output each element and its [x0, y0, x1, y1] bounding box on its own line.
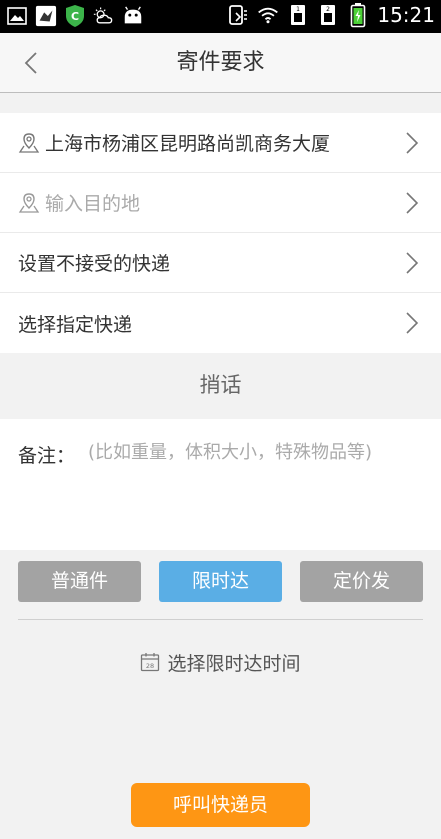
battery-icon — [347, 3, 369, 28]
gallery-icon — [6, 4, 28, 28]
location-pin-icon — [18, 131, 40, 155]
chevron-left-icon — [24, 52, 37, 74]
signal-icon — [227, 3, 249, 27]
wifi-icon — [257, 3, 279, 27]
chevron-right-icon — [406, 312, 419, 334]
svg-text:28: 28 — [146, 662, 154, 670]
sim2-icon: 2 — [317, 3, 339, 27]
excluded-couriers-label: 设置不接受的快递 — [18, 253, 171, 275]
bird-app-icon — [35, 4, 57, 28]
timed-delivery-label: 选择限时达时间 — [167, 652, 301, 675]
chevron-right-icon — [406, 252, 419, 274]
call-courier-button[interactable]: 呼叫快递员 — [131, 783, 310, 827]
location-pin-icon — [18, 191, 40, 215]
svg-text:1: 1 — [296, 6, 300, 13]
tab-timed[interactable]: 限时达 — [159, 561, 282, 602]
destination-row[interactable]: 输入目的地 — [0, 173, 441, 233]
back-button[interactable] — [14, 45, 48, 81]
excluded-couriers-row[interactable]: 设置不接受的快递 — [0, 233, 441, 293]
specified-courier-label: 选择指定快递 — [18, 313, 133, 336]
chevron-right-icon — [406, 192, 419, 214]
tab-standard[interactable]: 普通件 — [18, 561, 141, 602]
tab-fixed-price[interactable]: 定价发 — [300, 561, 423, 602]
origin-address-row[interactable]: 上海市杨浦区昆明路尚凯商务大厦 — [0, 113, 441, 173]
chevron-right-icon — [406, 132, 419, 154]
note-input[interactable] — [88, 437, 428, 467]
status-clock: 15:21 — [377, 3, 435, 27]
sim1-icon: 1 — [287, 3, 309, 27]
page-title: 寄件要求 — [176, 50, 265, 75]
message-section-label: 捎话 — [199, 373, 242, 397]
android-icon — [122, 4, 144, 28]
weather-icon — [93, 4, 115, 28]
shield-app-icon: C — [64, 4, 86, 28]
note-panel: 备注： — [0, 419, 441, 550]
svg-text:2: 2 — [326, 6, 330, 13]
calendar-icon: 28 — [140, 652, 160, 672]
delivery-type-tabs: 普通件 限时达 定价发 — [18, 561, 423, 602]
address-options-list: 上海市杨浦区昆明路尚凯商务大厦 输入目的地 设置不接受的快递 选择指定快递 — [0, 113, 441, 353]
destination-placeholder: 输入目的地 — [45, 193, 141, 215]
status-bar: C 1 2 15:21 — [0, 0, 441, 33]
specified-courier-row[interactable]: 选择指定快递 — [0, 293, 441, 353]
svg-text:C: C — [71, 10, 79, 23]
divider — [18, 619, 423, 620]
origin-address-text: 上海市杨浦区昆明路尚凯商务大厦 — [45, 133, 331, 155]
nav-header: 寄件要求 — [0, 33, 441, 93]
note-label: 备注： — [18, 445, 76, 467]
timed-delivery-picker[interactable]: 28 选择限时达时间 — [0, 645, 441, 679]
